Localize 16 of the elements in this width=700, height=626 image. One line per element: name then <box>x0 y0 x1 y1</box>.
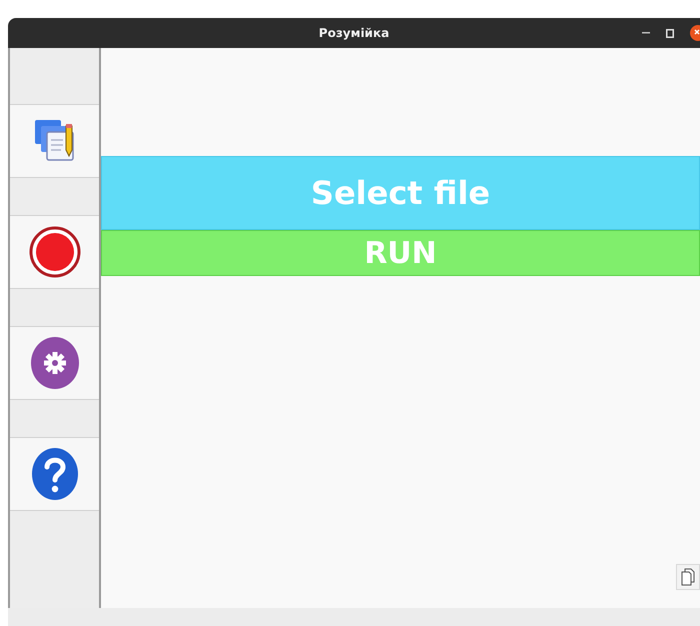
documents-pencil-icon <box>32 118 76 164</box>
run-button[interactable]: RUN <box>101 230 700 276</box>
copy-icon <box>681 568 695 586</box>
sidebar-button[interactable] <box>10 437 99 511</box>
help-icon <box>30 447 78 501</box>
copy-button[interactable] <box>676 564 700 590</box>
sidebar-button[interactable] <box>10 326 99 400</box>
maximize-icon[interactable] <box>666 28 674 38</box>
sidebar-button[interactable] <box>10 104 99 178</box>
sidebar-button[interactable] <box>10 215 99 289</box>
record-icon <box>28 225 80 279</box>
close-icon[interactable] <box>690 25 700 41</box>
select-file-button[interactable]: Select file <box>101 156 700 230</box>
minimize-icon[interactable] <box>642 32 650 34</box>
window-title: Розумійка <box>318 25 390 42</box>
settings-icon <box>30 336 80 390</box>
